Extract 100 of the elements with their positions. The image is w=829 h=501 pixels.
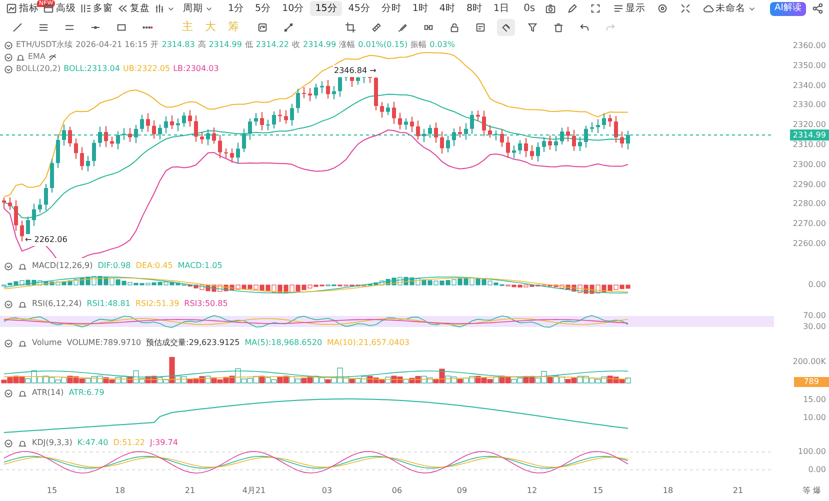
- interval-tab[interactable]: 4时: [434, 1, 460, 16]
- camera-icon[interactable]: [544, 3, 556, 14]
- field-value: 2314.22: [256, 39, 290, 51]
- bell-icon[interactable]: [18, 388, 27, 398]
- interval-tab[interactable]: 45分: [343, 1, 376, 16]
- filter-icon[interactable]: [526, 22, 538, 32]
- interval-tab[interactable]: 10分: [277, 1, 310, 16]
- indicator-value: UB:2322.05: [122, 63, 170, 75]
- axis-label: 2310.00: [792, 140, 826, 150]
- indicator-name: Volume: [32, 337, 62, 349]
- axis-label: 15.00: [803, 395, 826, 405]
- lock-icon[interactable]: [448, 22, 460, 32]
- hidden-icon[interactable]: [48, 52, 58, 62]
- volume-tag: 789: [794, 377, 829, 387]
- note-icon[interactable]: [474, 22, 486, 32]
- list-icon: [612, 3, 624, 14]
- measure-icon[interactable]: [282, 22, 294, 32]
- symbol-name: ETH/USDT永续: [16, 39, 73, 51]
- axis-label: 2290.00: [792, 180, 826, 190]
- collapse-icon[interactable]: [4, 40, 13, 50]
- bell-icon[interactable]: [18, 300, 27, 308]
- rectangle-icon[interactable]: [116, 22, 126, 32]
- high-price-marker: 2346.84 →: [333, 65, 378, 77]
- caret-icon: [205, 4, 213, 12]
- indicator-name: KDJ(9,3,3): [32, 437, 72, 449]
- field-label: 低: [244, 39, 253, 51]
- last-price-tag: 2314.99: [790, 130, 829, 141]
- field-value: 2314.99: [208, 39, 242, 51]
- display-button[interactable]: 显示: [610, 1, 648, 16]
- caret-icon: [167, 4, 175, 12]
- axis-label: 200.00K: [792, 357, 826, 367]
- interval-tab[interactable]: 8时: [461, 1, 488, 16]
- trash-icon[interactable]: [552, 22, 564, 32]
- field-label: 高: [198, 39, 206, 51]
- crop-icon[interactable]: [344, 22, 356, 32]
- indicator-value: MACD:1.05: [178, 260, 222, 272]
- candlestick-icon: [154, 3, 165, 14]
- bell-icon[interactable]: [18, 338, 27, 348]
- layout-dropdown[interactable]: 未命名: [700, 1, 758, 16]
- target-icon[interactable]: [657, 3, 668, 14]
- chart-icon: [6, 3, 17, 14]
- toolbar-button[interactable]: 复盘: [115, 1, 152, 16]
- indicator-value: BOLL:2313.04: [64, 63, 120, 75]
- indicator-value: ATR:6.79: [68, 387, 104, 399]
- indicator-name: RSI(6,12,24): [32, 298, 82, 310]
- refresh-icon[interactable]: [256, 22, 268, 32]
- undo-icon[interactable]: [578, 22, 590, 32]
- brush-icon[interactable]: [396, 22, 408, 32]
- axis-label: 15: [592, 485, 604, 497]
- collapse-icon[interactable]: [4, 52, 13, 62]
- axis-label: 03: [322, 485, 332, 497]
- pencil-icon[interactable]: [567, 3, 578, 14]
- collapse-icon[interactable]: [4, 388, 13, 398]
- axis-label: 2260.00: [792, 239, 826, 249]
- cloud-icon: [702, 3, 714, 14]
- indicator-value: D:51.22: [113, 437, 145, 449]
- interval-tab[interactable]: 1时: [407, 1, 434, 16]
- axis-label: 09: [456, 485, 468, 497]
- bell-icon[interactable]: [18, 438, 27, 448]
- ruler-icon[interactable]: [370, 22, 382, 32]
- frame-icon[interactable]: [590, 3, 601, 14]
- collapse-icon[interactable]: [4, 300, 13, 308]
- bell-icon[interactable]: [18, 262, 27, 270]
- field-value: 0.03%: [430, 39, 455, 51]
- interval-tab[interactable]: 15分: [310, 1, 342, 16]
- share-icon[interactable]: [812, 3, 824, 14]
- indicator-value: 预估成交量:29,623.9125: [146, 337, 240, 349]
- interval-tab[interactable]: 1日: [488, 1, 515, 16]
- indicator-value: J:39.74: [150, 437, 178, 449]
- axis-label: 18: [662, 485, 674, 497]
- caret-icon: [748, 4, 756, 12]
- indicator-value: RSI2:51.39: [135, 298, 180, 310]
- field-value: 2314.83: [162, 39, 195, 51]
- axis-label: 4月21: [242, 485, 266, 497]
- axis-label: 10.00: [803, 413, 826, 423]
- bell-icon[interactable]: [16, 52, 25, 62]
- indicator-value: LB:2304.03: [173, 63, 219, 75]
- fullscreen-icon[interactable]: [680, 3, 691, 14]
- indicator-value: VOLUME:789.9710: [66, 337, 142, 349]
- parallel-lines-icon[interactable]: [38, 22, 48, 32]
- interval-tab[interactable]: 分时: [376, 1, 406, 16]
- line-icon[interactable]: [12, 22, 22, 32]
- interval-tab[interactable]: 1分: [223, 1, 250, 16]
- field-label: 振幅: [410, 39, 427, 51]
- window-icon: [43, 3, 54, 14]
- collapse-icon[interactable]: [4, 64, 13, 74]
- axis-label: 2360.00: [792, 41, 826, 51]
- toolbar-button[interactable]: 多窗: [78, 1, 115, 16]
- collapse-icon[interactable]: [4, 338, 13, 348]
- axis-label: 15: [46, 485, 58, 497]
- axis-label: 21: [184, 485, 196, 497]
- indicator-value: DEA:0.45: [136, 260, 173, 272]
- time-text: 2026-04-21 16:15: [76, 39, 148, 51]
- period-dropdown[interactable]: 周期: [181, 1, 215, 16]
- axis-label: 18: [114, 485, 126, 497]
- collapse-icon[interactable]: [4, 438, 13, 448]
- axis-label: 21: [732, 485, 744, 497]
- interval-tab[interactable]: 5分: [250, 1, 276, 16]
- collapse-icon[interactable]: [4, 262, 13, 270]
- ai-button[interactable]: AI解读: [770, 2, 806, 16]
